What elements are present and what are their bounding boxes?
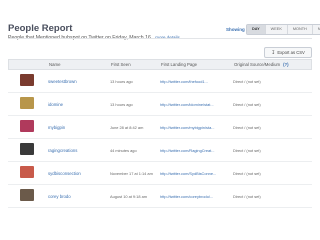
page-title: People Report bbox=[8, 23, 73, 34]
avatar[interactable] bbox=[20, 143, 34, 155]
first-seen-value: 44 minutes ago bbox=[110, 148, 137, 153]
source-medium-value: Direct / (not set) bbox=[233, 194, 261, 199]
person-name-link[interactable]: corey brodo bbox=[48, 194, 71, 199]
first-seen-value: 13 hours ago bbox=[110, 79, 133, 84]
avatar[interactable] bbox=[20, 97, 34, 109]
column-header-source[interactable]: Original Source/Medium (?) bbox=[234, 60, 289, 69]
range-next-button[interactable]: Next bbox=[311, 25, 320, 34]
export-csv-label: Export as CSV bbox=[277, 50, 305, 55]
header-divider bbox=[8, 38, 312, 39]
landing-page-link[interactable]: http://twitter.com/mybigpin/sta... bbox=[160, 125, 215, 130]
person-name-link[interactable]: sydbisconsection bbox=[48, 171, 81, 176]
help-icon[interactable]: (?) bbox=[283, 62, 289, 67]
first-seen-value: November 17 at 1:14 am bbox=[110, 171, 153, 176]
download-icon: ↧ bbox=[271, 49, 276, 56]
column-header-first-seen[interactable]: First Seen bbox=[111, 60, 131, 69]
range-day-button[interactable]: Day bbox=[247, 25, 265, 34]
first-seen-value: 13 hours ago bbox=[110, 102, 133, 107]
landing-page-link[interactable]: http://twitter.com/SydBisConne... bbox=[160, 171, 216, 176]
source-medium-value: Direct / (not set) bbox=[233, 148, 261, 153]
table-row[interactable]: idomine 13 hours ago http://twitter.com/id… bbox=[8, 93, 312, 116]
source-medium-value: Direct / (not set) bbox=[233, 171, 261, 176]
range-label: Showing bbox=[226, 27, 245, 32]
report-header: People Report People that Mentioned hubs… bbox=[8, 23, 320, 47]
person-name-link[interactable]: idomine bbox=[48, 102, 63, 107]
source-header-label: Original Source/Medium bbox=[234, 62, 281, 67]
avatar[interactable] bbox=[20, 120, 34, 132]
landing-page-link[interactable]: http://twitter.com/thefood1... bbox=[160, 79, 208, 84]
column-header-landing-page[interactable]: First Landing Page bbox=[161, 60, 197, 69]
person-name-link[interactable]: ragingcreations bbox=[48, 148, 77, 153]
landing-page-link[interactable]: http://twitter.com/idomine/stat... bbox=[160, 102, 214, 107]
date-range-selector: Day Week Month Next bbox=[246, 24, 320, 35]
table-row[interactable]: sydbisconsection November 17 at 1:14 am ht… bbox=[8, 162, 312, 185]
table-row[interactable]: ragingcreations 44 minutes ago http://twit… bbox=[8, 139, 312, 162]
source-medium-value: Direct / (not set) bbox=[233, 125, 261, 130]
first-seen-value: June 28 at 8:42 am bbox=[110, 125, 144, 130]
person-name-link[interactable]: mybigpin bbox=[48, 125, 65, 130]
avatar[interactable] bbox=[20, 74, 34, 86]
source-medium-value: Direct / (not set) bbox=[233, 102, 261, 107]
table-body: sweetestbrown 13 hours ago http://twitter.… bbox=[8, 70, 312, 208]
table-row[interactable]: sweetestbrown 13 hours ago http://twitter.… bbox=[8, 70, 312, 93]
avatar[interactable] bbox=[20, 166, 34, 178]
person-name-link[interactable]: sweetestbrown bbox=[48, 79, 77, 84]
landing-page-link[interactable]: http://twitter.com/RagingCreat... bbox=[160, 148, 215, 153]
range-month-button[interactable]: Month bbox=[286, 25, 312, 34]
landing-page-link[interactable]: http://twitter.com/coreybrodo/... bbox=[160, 194, 213, 199]
table-row[interactable]: corey brodo August 10 at 9:18 am http://tw… bbox=[8, 185, 312, 208]
table-row[interactable]: mybigpin June 28 at 8:42 am http://twitter… bbox=[8, 116, 312, 139]
first-seen-value: August 10 at 9:18 am bbox=[110, 194, 147, 199]
column-header-name[interactable]: Name bbox=[49, 60, 60, 69]
people-table: Name First Seen First Landing Page Origi… bbox=[8, 59, 312, 208]
avatar[interactable] bbox=[20, 189, 34, 201]
export-csv-button[interactable]: ↧ Export as CSV bbox=[264, 47, 312, 58]
table-header: Name First Seen First Landing Page Origi… bbox=[8, 59, 312, 70]
source-medium-value: Direct / (not set) bbox=[233, 79, 261, 84]
range-week-button[interactable]: Week bbox=[264, 25, 287, 34]
